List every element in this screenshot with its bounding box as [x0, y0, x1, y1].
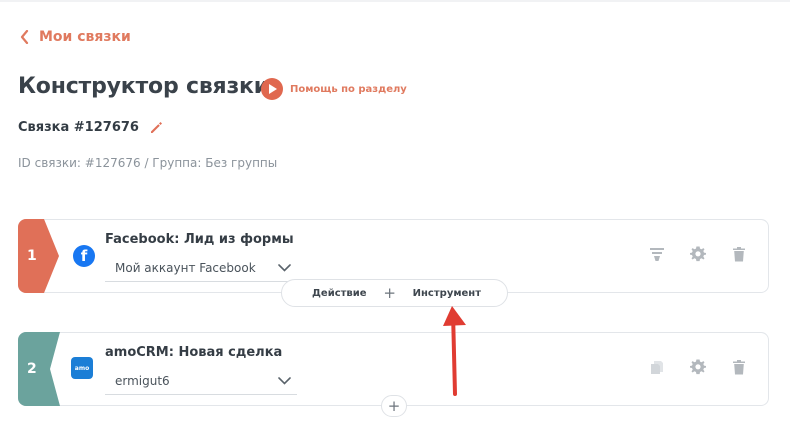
back-link[interactable]: Мои связки: [20, 27, 131, 47]
page-title: Конструктор связки: [18, 74, 270, 99]
step-title: Facebook: Лид из формы: [105, 232, 294, 247]
step-tools: [648, 245, 748, 263]
gear-icon[interactable]: [689, 358, 707, 376]
edit-pencil-icon[interactable]: [149, 121, 163, 135]
account-select[interactable]: Мой аккаунт Facebook: [105, 254, 297, 282]
top-divider: [0, 0, 790, 2]
annotation-arrow-icon: [443, 306, 466, 396]
step-title: amoCRM: Новая сделка: [105, 345, 283, 360]
facebook-icon: f: [73, 245, 95, 267]
trash-icon[interactable]: [730, 245, 748, 263]
chevron-down-icon: [278, 263, 291, 272]
back-link-label: Мои связки: [39, 29, 131, 45]
plus-icon: +: [383, 284, 396, 302]
filter-icon[interactable]: [648, 245, 666, 263]
connection-name: Связка #127676: [18, 120, 163, 135]
step-number-badge: 1: [18, 219, 59, 293]
connection-name-text: Связка #127676: [18, 120, 139, 135]
amocrm-icon: amo: [71, 357, 93, 379]
step-tools: [648, 358, 748, 376]
help-label: Помощь по разделу: [290, 83, 407, 95]
connection-meta: ID связки: #127676 / Группа: Без группы: [18, 156, 278, 170]
play-icon: [261, 78, 283, 100]
step-number-badge: 2: [18, 332, 60, 406]
account-select-value: ermigut6: [115, 373, 170, 388]
duplicate-icon[interactable]: [648, 358, 666, 376]
trash-icon[interactable]: [730, 358, 748, 376]
help-button[interactable]: Помощь по разделу: [261, 78, 407, 100]
add-action-button[interactable]: Действие: [312, 288, 367, 299]
account-select-value: Мой аккаунт Facebook: [115, 260, 256, 275]
chevron-down-icon: [278, 376, 291, 385]
add-tool-button[interactable]: Инструмент: [413, 288, 481, 299]
gear-icon[interactable]: [689, 245, 707, 263]
account-select[interactable]: ermigut6: [105, 367, 297, 395]
chevron-left-icon: [20, 30, 29, 44]
add-step-button[interactable]: +: [381, 395, 407, 417]
